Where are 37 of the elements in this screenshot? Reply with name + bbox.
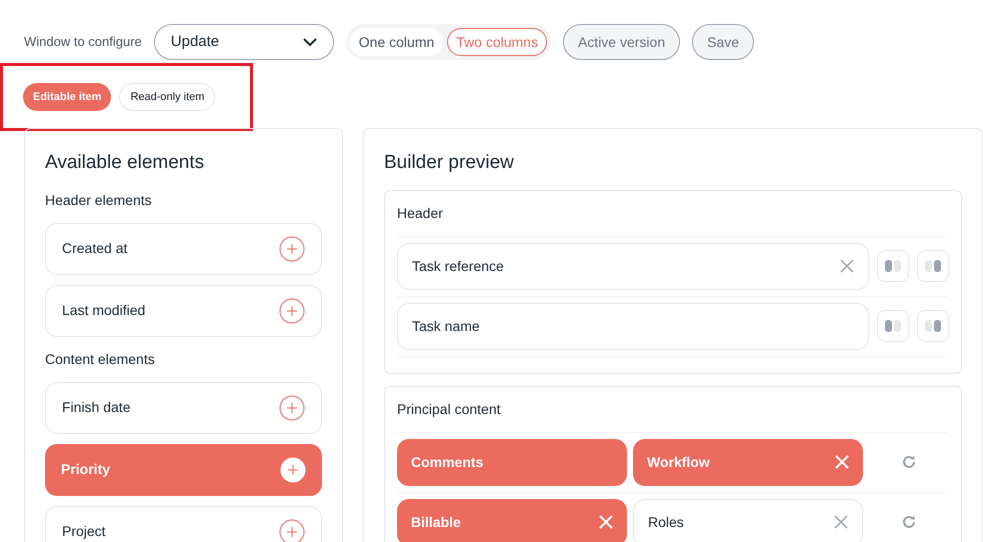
group-title: Header elements xyxy=(45,190,153,210)
column-toggle-icon xyxy=(884,260,902,272)
panel-title: Available elements xyxy=(45,151,206,175)
add-icon[interactable] xyxy=(279,298,305,324)
toolbar-button[interactable]: Active version xyxy=(562,24,680,60)
left-column-button[interactable] xyxy=(877,250,909,282)
chevron-down-icon xyxy=(302,38,317,46)
header-field[interactable]: Task reference xyxy=(397,242,869,290)
legend-chip: Read-only item xyxy=(119,83,216,111)
section-title: Principal content xyxy=(397,400,502,419)
close-icon[interactable] xyxy=(834,515,848,529)
column-toggle-icon xyxy=(924,260,942,272)
add-icon[interactable] xyxy=(279,518,305,542)
add-icon[interactable] xyxy=(279,394,305,420)
content-field[interactable]: Roles xyxy=(633,498,863,542)
section-title: Header xyxy=(397,204,444,222)
toolbar-button[interactable]: Save xyxy=(692,24,754,60)
element-item[interactable]: Project xyxy=(45,506,322,542)
panel-title: Builder preview xyxy=(384,151,515,175)
element-item[interactable]: Finish date xyxy=(45,382,322,434)
window-select[interactable]: Update xyxy=(154,24,334,60)
refresh-icon[interactable] xyxy=(901,454,917,470)
close-icon[interactable] xyxy=(840,259,854,273)
refresh-icon[interactable] xyxy=(901,514,917,530)
right-column-button[interactable] xyxy=(917,310,949,342)
window-label: Window to configure xyxy=(24,33,142,52)
right-column-button[interactable] xyxy=(917,250,949,282)
layout-option[interactable]: One column xyxy=(350,28,444,56)
left-column-button[interactable] xyxy=(877,310,909,342)
element-item[interactable]: Last modified xyxy=(45,284,322,336)
add-icon[interactable] xyxy=(279,236,305,262)
column-toggle-icon xyxy=(924,320,942,332)
element-item[interactable]: Created at xyxy=(45,222,322,274)
column-toggle-icon xyxy=(884,320,902,332)
header-field[interactable]: Task name xyxy=(397,302,869,350)
group-title: Content elements xyxy=(45,350,156,368)
legend-chip: Editable item xyxy=(23,83,112,111)
